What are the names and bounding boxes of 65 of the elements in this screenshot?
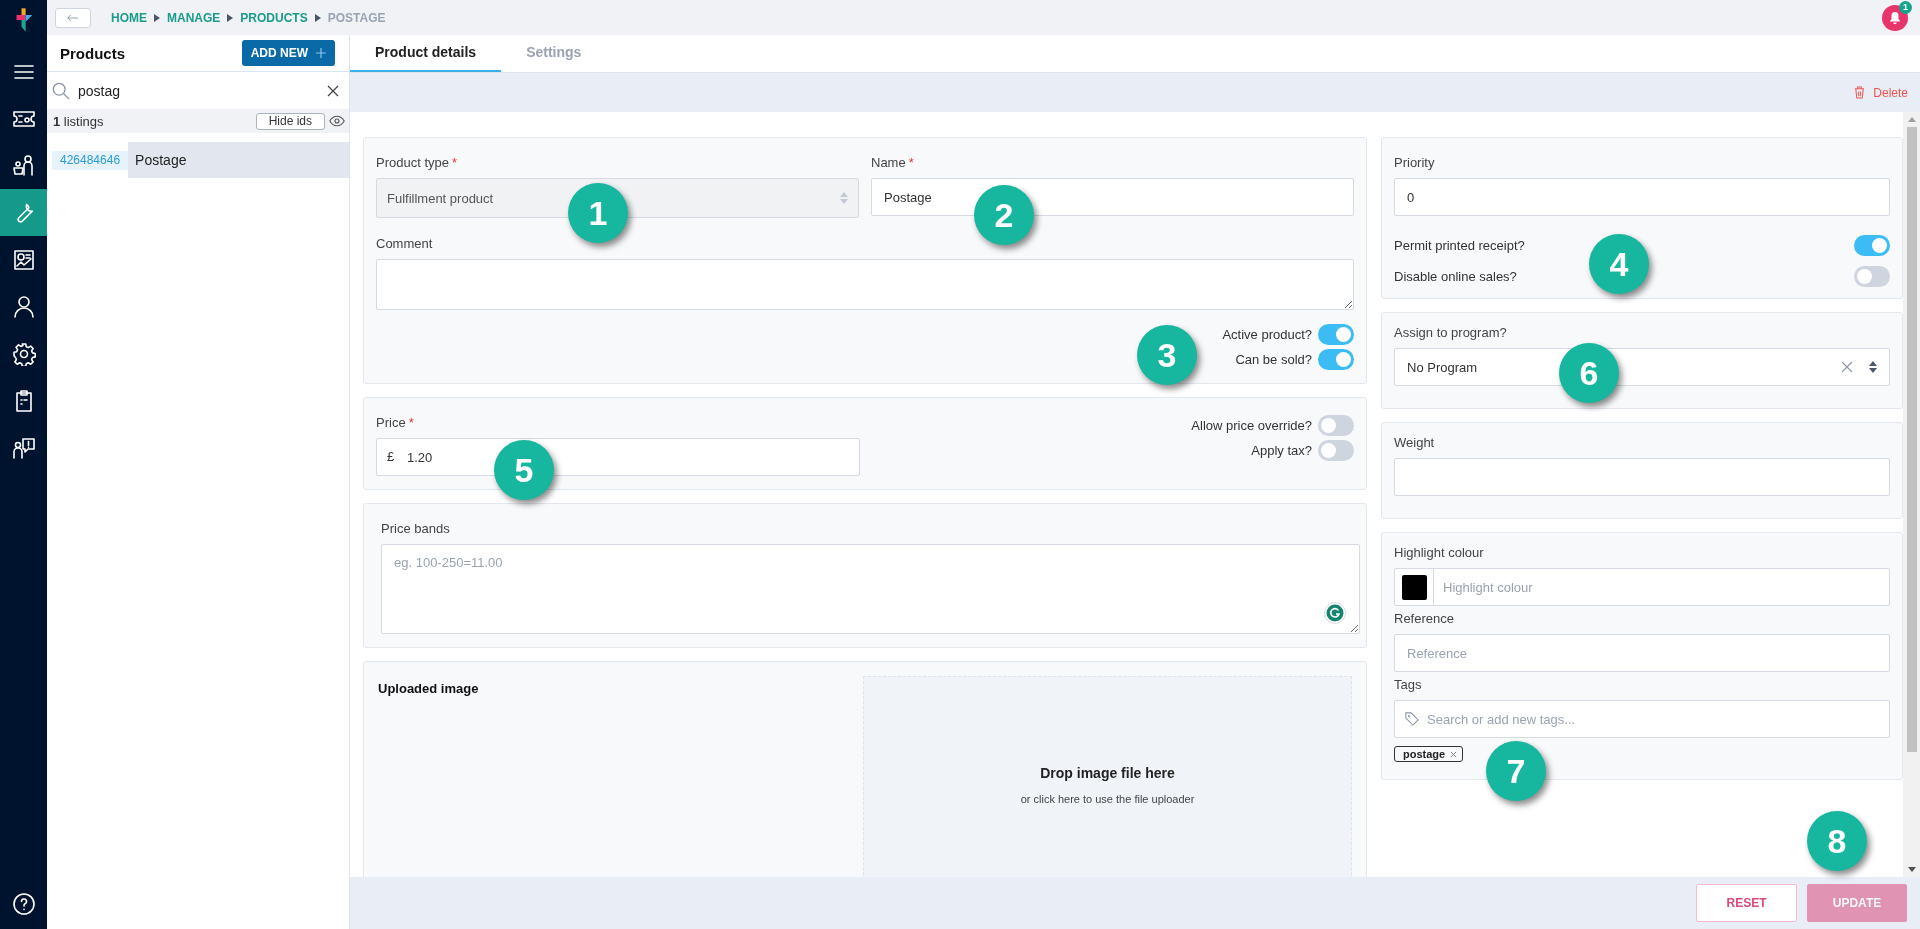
caret-right-icon <box>314 13 321 22</box>
toggle-label: Apply tax? <box>1251 443 1312 458</box>
tag-chip[interactable]: postage <box>1394 746 1464 762</box>
chart-icon <box>11 247 36 272</box>
field-label: Highlight colour <box>1394 545 1485 560</box>
toggle-label: Allow price override? <box>1191 418 1312 433</box>
toggle-label: Permit printed receipt? <box>1394 238 1525 253</box>
colour-field[interactable]: Highlight colour <box>1394 568 1890 606</box>
toggle-switch[interactable] <box>1318 440 1354 461</box>
section-title: Uploaded image <box>378 681 480 696</box>
product-list-item[interactable]: Postage <box>128 142 349 178</box>
trash-icon <box>1854 86 1866 99</box>
scroll-up-icon <box>1907 117 1916 122</box>
comment-field[interactable] <box>376 259 1354 310</box>
field-label: Price * <box>376 415 415 430</box>
weight-field[interactable] <box>1394 458 1890 496</box>
support-icon <box>11 435 36 460</box>
search-field[interactable]: postag <box>78 82 319 99</box>
toggle-label: Can be sold? <box>1235 352 1312 367</box>
price-bands-field[interactable]: eg. 100-250=11.00 <box>381 544 1360 634</box>
field-label: Priority <box>1394 155 1436 170</box>
scrollbar[interactable] <box>1903 112 1920 877</box>
add-new-button[interactable]: ADD NEW <box>241 40 335 66</box>
priority-field[interactable]: 0 <box>1394 178 1890 216</box>
sort-caret-icon <box>840 192 848 204</box>
bell-icon <box>1888 10 1902 25</box>
field-label: Name * <box>871 155 915 170</box>
help-icon <box>11 891 36 916</box>
toggle-switch[interactable] <box>1854 266 1890 287</box>
field-label: Comment <box>376 236 434 251</box>
toggle-switch[interactable] <box>1318 349 1354 370</box>
plus-icon <box>316 48 326 58</box>
hide-ids-button[interactable]: Hide ids <box>255 112 325 130</box>
toggle-switch[interactable] <box>1318 415 1354 436</box>
settings-icon <box>11 341 36 366</box>
reference-field[interactable]: Reference <box>1394 634 1890 672</box>
field-label: Price bands <box>381 521 451 536</box>
field-label: Weight <box>1394 435 1436 450</box>
field-label: Product type * <box>376 155 459 170</box>
toggle-switch[interactable] <box>1318 324 1354 345</box>
people-icon <box>11 153 36 178</box>
eye-icon[interactable] <box>329 115 345 127</box>
currency-symbol: £ <box>387 449 395 464</box>
arrow-left-icon <box>67 13 79 22</box>
toggle-label: Disable online sales? <box>1394 269 1517 284</box>
panel-title: Products <box>60 44 125 62</box>
user-icon <box>11 294 36 319</box>
notification-count: 1 <box>1899 0 1912 14</box>
search-icon <box>52 81 70 100</box>
sort-caret-icon <box>1869 361 1877 373</box>
breadcrumb-current: POSTAGE <box>327 10 386 25</box>
scroll-down-icon <box>1907 867 1916 872</box>
close-icon[interactable] <box>327 84 339 97</box>
image-dropzone[interactable]: Drop image file here or click here to use the file uploader <box>863 676 1352 877</box>
toggle-label: Active product? <box>1222 327 1312 342</box>
tags-field[interactable]: Search or add new tags... <box>1394 700 1890 738</box>
toggle-switch[interactable] <box>1854 235 1890 256</box>
field-label: Reference <box>1394 611 1455 626</box>
caret-right-icon <box>227 13 234 22</box>
tag-icon <box>1405 712 1419 726</box>
listing-count: 1 listings <box>53 113 104 129</box>
caret-right-icon <box>154 13 160 22</box>
field-label: Assign to program? <box>1394 325 1508 340</box>
circle-arrow-icon[interactable] <box>1324 602 1346 624</box>
field-label: Tags <box>1394 677 1423 692</box>
